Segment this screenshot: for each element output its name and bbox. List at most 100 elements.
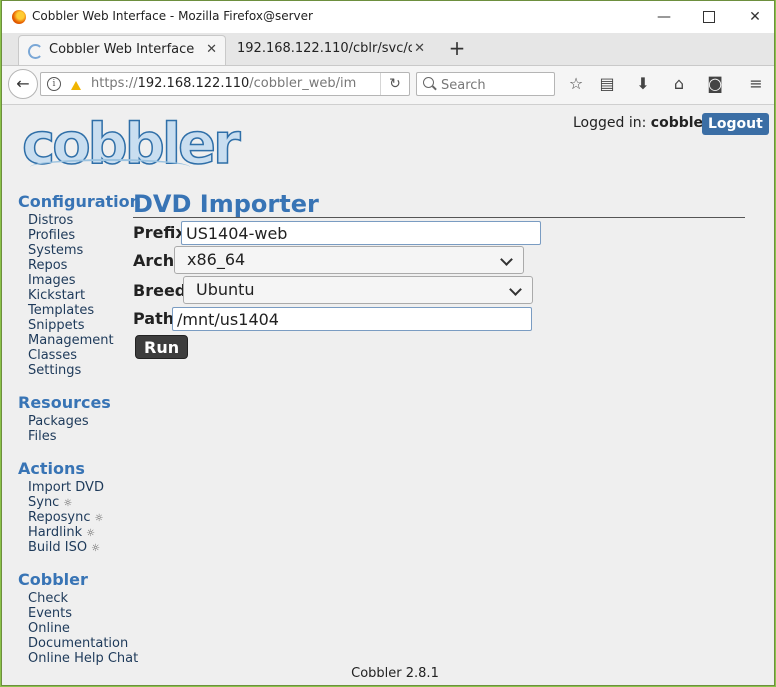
sidebar-section-configuration: Configuration: [18, 192, 142, 211]
logo-swoosh: [30, 159, 190, 175]
reposync-label: Reposync: [28, 510, 91, 525]
sidebar-item-online[interactable]: Online: [28, 621, 133, 636]
tab-close-icon[interactable]: ✕: [206, 36, 217, 64]
close-window-button[interactable]: ✕: [738, 5, 772, 29]
sidebar-item-classes[interactable]: Classes: [28, 348, 133, 363]
sidebar-item-import-dvd[interactable]: Import DVD: [28, 480, 133, 495]
footer-version: Cobbler 2.8.1: [351, 666, 439, 681]
sidebar-item-files[interactable]: Files: [28, 429, 133, 444]
run-row: Run: [133, 332, 745, 360]
minimize-button[interactable]: —: [647, 5, 681, 29]
gear-icon: ☼: [91, 543, 101, 554]
url-path: /cobbler_web/im: [249, 76, 357, 91]
path-label: Path: [133, 309, 175, 328]
browser-window: Cobbler Web Interface - Mozilla Firefox@…: [1, 0, 775, 686]
navigation-bar: ← i https://192.168.122.110/cobbler_web/…: [2, 66, 774, 105]
title-bar: Cobbler Web Interface - Mozilla Firefox@…: [2, 1, 774, 33]
sidebar-item-systems[interactable]: Systems: [28, 243, 133, 258]
tab-cblr-svc[interactable]: 192.168.122.110/cblr/svc/o ✕: [228, 35, 433, 65]
gear-icon: ☼: [63, 498, 73, 509]
search-box[interactable]: [416, 72, 555, 96]
sidebar-item-profiles[interactable]: Profiles: [28, 228, 133, 243]
hardlink-label: Hardlink: [28, 525, 83, 540]
cobbler-list: Check Events Online Documentation Online…: [28, 591, 138, 666]
maximize-button[interactable]: [692, 5, 726, 29]
path-field[interactable]: [172, 307, 532, 331]
sidebar-item-reposync[interactable]: Reposync ☼: [28, 510, 133, 525]
build-iso-label: Build ISO: [28, 540, 88, 555]
maximize-icon: [703, 11, 715, 23]
sidebar-item-settings[interactable]: Settings: [28, 363, 133, 378]
tab-label: 192.168.122.110/cblr/svc/o: [237, 41, 412, 56]
sidebar-item-build-iso[interactable]: Build ISO ☼: [28, 540, 133, 555]
sidebar-item-distros[interactable]: Distros: [28, 213, 133, 228]
sidebar-item-hardlink[interactable]: Hardlink ☼: [28, 525, 133, 540]
sync-label: Sync: [28, 495, 60, 510]
breed-selected-value: Ubuntu: [196, 280, 255, 299]
sidebar-section-resources: Resources: [18, 393, 111, 412]
arch-label: Arch: [133, 251, 175, 270]
gear-icon: ☼: [94, 513, 104, 524]
path-row: Path: [133, 304, 745, 332]
configuration-list: Distros Profiles Systems Repos Images Ki…: [28, 213, 133, 378]
sidebar-item-sync[interactable]: Sync ☼: [28, 495, 133, 510]
chevron-down-icon: [500, 253, 513, 266]
back-button[interactable]: ←: [8, 69, 38, 99]
warning-icon[interactable]: [71, 81, 81, 90]
actions-list: Import DVD Sync ☼ Reposync ☼ Hardlink ☼ Bui…: [28, 480, 133, 555]
prefix-label: Prefix: [133, 223, 186, 242]
firefox-icon: [12, 10, 26, 24]
sidebar: Configuration Distros Profiles Systems R…: [18, 191, 142, 666]
breed-select[interactable]: Ubuntu: [183, 276, 533, 304]
sidebar-item-repos[interactable]: Repos: [28, 258, 133, 273]
page-title: DVD Importer: [133, 189, 745, 218]
sidebar-item-templates[interactable]: Templates: [28, 303, 133, 318]
sidebar-item-snippets[interactable]: Snippets: [28, 318, 133, 333]
page-content: cobbler Logged in: cobbler Logout Config…: [2, 105, 774, 685]
url-host: 192.168.122.110: [137, 76, 250, 91]
reading-list-icon[interactable]: ▤: [594, 72, 620, 96]
sidebar-item-events[interactable]: Events: [28, 606, 133, 621]
search-input[interactable]: [439, 75, 553, 95]
breed-row: Breed Ubuntu: [133, 274, 745, 304]
bookmark-star-icon[interactable]: ☆: [563, 72, 589, 96]
sidebar-item-check[interactable]: Check: [28, 591, 133, 606]
info-icon[interactable]: i: [47, 77, 61, 91]
tab-cobbler-web-interface[interactable]: Cobbler Web Interface ✕: [18, 35, 226, 65]
url-text[interactable]: https://192.168.122.110/cobbler_web/im: [91, 76, 377, 91]
new-tab-button[interactable]: +: [446, 37, 468, 61]
arch-selected-value: x86_64: [187, 250, 246, 269]
window-title: Cobbler Web Interface - Mozilla Firefox@…: [32, 9, 313, 23]
run-button[interactable]: Run: [135, 335, 189, 359]
pocket-icon[interactable]: ◙: [702, 72, 728, 96]
sidebar-item-kickstart[interactable]: Kickstart: [28, 288, 133, 303]
home-icon[interactable]: ⌂: [666, 72, 692, 96]
prefix-row: Prefix: [133, 218, 745, 246]
tab-bar: Cobbler Web Interface ✕ 192.168.122.110/…: [2, 33, 774, 66]
tab-label: Cobbler Web Interface: [49, 42, 195, 57]
breed-label: Breed: [133, 281, 187, 300]
logged-in-label: Logged in:: [573, 115, 647, 131]
url-bar[interactable]: i https://192.168.122.110/cobbler_web/im…: [40, 72, 410, 96]
sidebar-item-online-help-chat[interactable]: Online Help Chat: [28, 651, 138, 666]
arch-row: Arch x86_64: [133, 246, 745, 274]
downloads-icon[interactable]: ⬇: [630, 72, 656, 96]
sidebar-item-management[interactable]: Management: [28, 333, 133, 348]
search-icon: [423, 77, 434, 88]
loading-spinner-icon: [28, 44, 43, 59]
sidebar-item-images[interactable]: Images: [28, 273, 133, 288]
menu-icon[interactable]: ≡: [743, 72, 769, 96]
sidebar-item-packages[interactable]: Packages: [28, 414, 133, 429]
reload-icon[interactable]: ↻: [380, 73, 409, 95]
resources-list: Packages Files: [28, 414, 133, 444]
prefix-field[interactable]: [181, 221, 541, 245]
logout-button[interactable]: Logout: [702, 113, 769, 135]
arch-select[interactable]: x86_64: [174, 246, 524, 274]
tab-close-icon[interactable]: ✕: [414, 35, 425, 63]
sidebar-section-actions: Actions: [18, 459, 85, 478]
sidebar-item-documentation[interactable]: Documentation: [28, 636, 133, 651]
gear-icon: ☼: [86, 528, 96, 539]
cobbler-logo[interactable]: cobbler: [21, 114, 241, 177]
chevron-down-icon: [509, 283, 522, 296]
url-scheme: https://: [91, 76, 138, 91]
